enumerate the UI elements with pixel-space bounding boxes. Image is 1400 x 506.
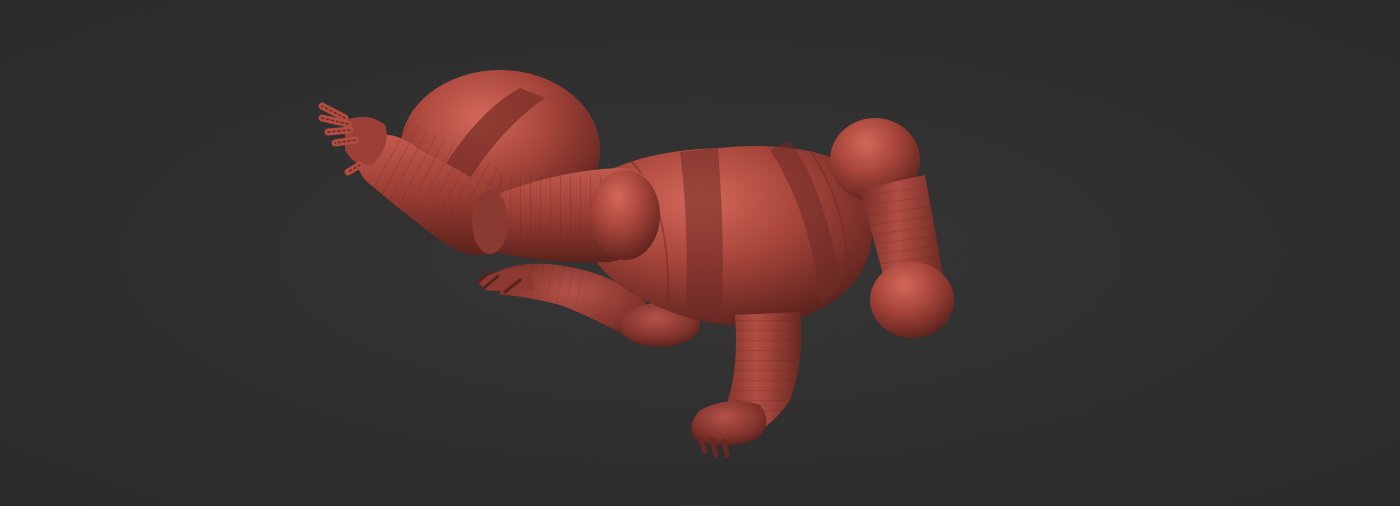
front-leg	[691, 312, 802, 458]
front-upper-arm	[495, 168, 660, 263]
sculpt-model[interactable]	[0, 0, 1400, 506]
sculpt-viewport[interactable]	[0, 0, 1400, 506]
rear-hand	[476, 267, 535, 294]
